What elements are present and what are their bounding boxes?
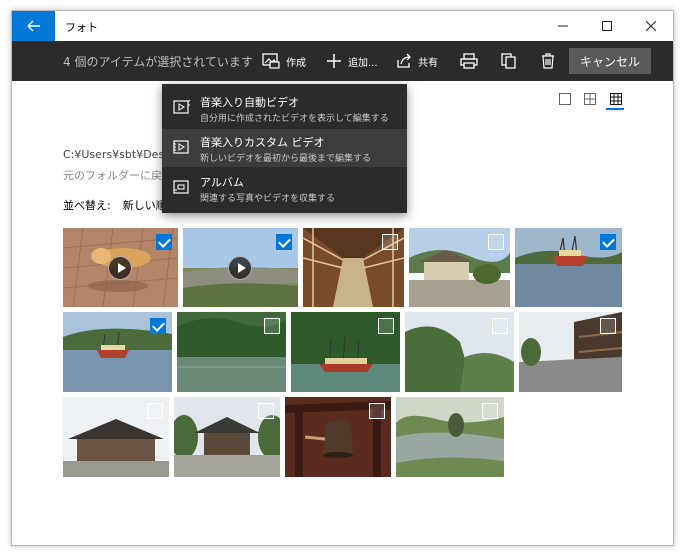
plus-icon bbox=[327, 54, 341, 68]
photo-tile[interactable] bbox=[515, 228, 622, 307]
photo-tile[interactable] bbox=[177, 312, 286, 392]
minimize-button[interactable] bbox=[541, 11, 585, 41]
create-label: 作成 bbox=[286, 57, 306, 69]
app-title: フォト bbox=[65, 21, 98, 34]
sort-label: 並べ替え: bbox=[63, 199, 111, 212]
copy-icon bbox=[501, 53, 516, 69]
back-to-folder-link[interactable]: 元のフォルダーに戻る bbox=[63, 167, 173, 183]
menu-item-title: 音楽入り自動ビデオ bbox=[200, 96, 299, 109]
photo-tile[interactable] bbox=[63, 228, 178, 307]
selection-checkbox[interactable] bbox=[600, 318, 616, 334]
copy-button[interactable] bbox=[501, 41, 517, 81]
sort-value[interactable]: 新しい順 bbox=[123, 199, 167, 212]
photo-tile[interactable] bbox=[291, 312, 400, 392]
custom-video-icon bbox=[173, 140, 189, 154]
selection-checkbox[interactable] bbox=[258, 403, 274, 419]
view-large-icon[interactable] bbox=[559, 93, 571, 105]
photo-tile[interactable] bbox=[396, 397, 504, 477]
photo-tile[interactable] bbox=[409, 228, 510, 307]
selection-checkbox[interactable] bbox=[492, 318, 508, 334]
selection-checkbox[interactable] bbox=[369, 403, 385, 419]
menu-item-auto-video[interactable]: 音楽入り自動ビデオ 自分用に作成されたビデオを表示して編集する bbox=[162, 89, 407, 127]
back-button[interactable] bbox=[12, 11, 55, 41]
minimize-icon bbox=[558, 25, 568, 27]
create-button[interactable]: 作成 bbox=[262, 41, 306, 81]
menu-item-custom-video[interactable]: 音楽入りカスタム ビデオ 新しいビデオを最初から最後まで編集する bbox=[162, 129, 407, 167]
menu-item-title: アルバム bbox=[200, 176, 244, 189]
close-icon bbox=[646, 21, 656, 31]
add-label: 追加... bbox=[348, 57, 378, 69]
view-small-icon[interactable] bbox=[610, 93, 622, 105]
selection-checkbox[interactable] bbox=[488, 234, 504, 250]
command-bar: 4 個のアイテムが選択されています 作成 追加... 共有 キャンセル bbox=[12, 41, 673, 81]
view-active-indicator bbox=[606, 108, 624, 110]
photo-tile[interactable] bbox=[174, 397, 280, 477]
photo-tile[interactable] bbox=[285, 397, 391, 477]
photo-tile[interactable] bbox=[183, 228, 298, 307]
view-medium-icon[interactable] bbox=[584, 93, 596, 105]
share-label: 共有 bbox=[418, 57, 438, 69]
title-bar: フォト bbox=[12, 11, 673, 41]
selection-checkbox[interactable] bbox=[147, 403, 163, 419]
back-arrow-icon bbox=[27, 20, 40, 32]
maximize-button[interactable] bbox=[585, 11, 629, 41]
selection-checkbox[interactable] bbox=[156, 234, 172, 250]
play-icon bbox=[228, 256, 252, 280]
delete-button[interactable] bbox=[541, 41, 555, 81]
selection-count: 4 個のアイテムが選択されています bbox=[63, 55, 253, 69]
maximize-icon bbox=[602, 21, 612, 31]
auto-video-icon bbox=[173, 99, 191, 114]
print-button[interactable] bbox=[460, 41, 478, 81]
share-button[interactable]: 共有 bbox=[396, 41, 438, 81]
add-dropdown-menu: 音楽入り自動ビデオ 自分用に作成されたビデオを表示して編集する 音楽入りカスタム… bbox=[162, 84, 407, 213]
create-icon bbox=[262, 53, 280, 69]
add-button[interactable]: 追加... bbox=[326, 41, 378, 81]
share-icon bbox=[397, 53, 411, 68]
photo-tile[interactable] bbox=[405, 312, 514, 392]
selection-checkbox[interactable] bbox=[378, 318, 394, 334]
selection-checkbox[interactable] bbox=[482, 403, 498, 419]
album-icon bbox=[173, 180, 189, 194]
menu-item-album[interactable]: アルバム 関連する写真やビデオを収集する bbox=[162, 169, 407, 207]
menu-item-description: 関連する写真やビデオを収集する bbox=[200, 194, 336, 204]
folder-path: C:¥Users¥sbt¥Des bbox=[63, 148, 165, 161]
selection-checkbox[interactable] bbox=[276, 234, 292, 250]
photo-tile[interactable] bbox=[519, 312, 622, 392]
cancel-button[interactable]: キャンセル bbox=[569, 48, 651, 74]
selection-checkbox[interactable] bbox=[382, 234, 398, 250]
trash-icon bbox=[542, 53, 554, 69]
selection-checkbox[interactable] bbox=[150, 318, 166, 334]
play-icon bbox=[108, 256, 132, 280]
photo-tile[interactable] bbox=[303, 228, 404, 307]
close-button[interactable] bbox=[629, 11, 673, 41]
menu-item-description: 自分用に作成されたビデオを表示して編集する bbox=[200, 114, 389, 124]
photos-app-window: フォト 4 個のアイテムが選択されています 作成 追加... 共有 キャンセル … bbox=[11, 10, 674, 546]
selection-checkbox[interactable] bbox=[600, 234, 616, 250]
sort-row[interactable]: 並べ替え: 新しい順 bbox=[63, 197, 167, 213]
menu-item-title: 音楽入りカスタム ビデオ bbox=[200, 136, 325, 149]
photo-tile[interactable] bbox=[63, 397, 169, 477]
menu-item-description: 新しいビデオを最初から最後まで編集する bbox=[200, 154, 372, 164]
printer-icon bbox=[460, 53, 478, 69]
photo-tile[interactable] bbox=[63, 312, 172, 392]
selection-checkbox[interactable] bbox=[264, 318, 280, 334]
